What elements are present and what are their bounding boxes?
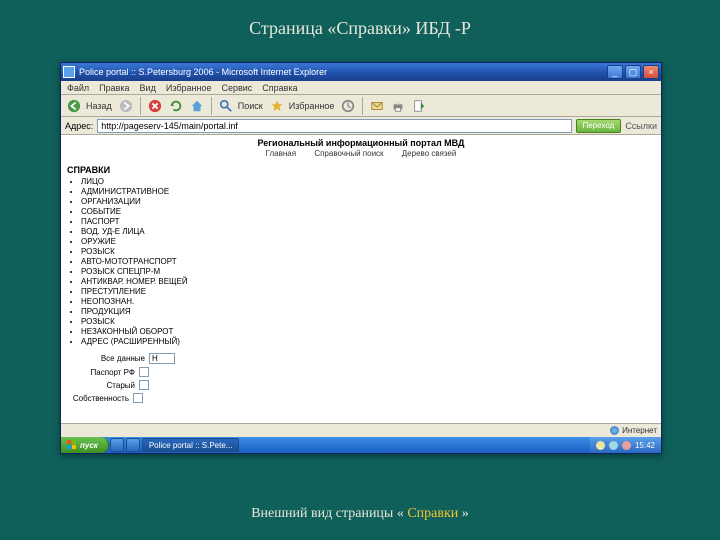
portal-tabs: Главная Справочный поиск Дерево связей [61,149,661,161]
list-item[interactable]: АНТИКВАР. НОМЕР. ВЕЩЕЙ [81,277,661,287]
maximize-button[interactable]: ▢ [625,65,641,79]
address-input[interactable]: http://pageserv-145/main/portal.inf [97,119,571,133]
list-item[interactable]: ПРОДУКЦИЯ [81,307,661,317]
search-button[interactable] [217,97,235,115]
field-own-label: Собственность [67,394,129,403]
search-label: Поиск [238,101,263,111]
list-item[interactable]: АДРЕС (РАСШИРЕННЫЙ) [81,337,661,347]
field-own-checkbox[interactable] [133,393,143,403]
edit-button[interactable] [410,97,428,115]
list-item[interactable]: ПАСПОРТ [81,217,661,227]
menu-edit[interactable]: Правка [99,83,129,93]
list-item[interactable]: АВТО-МОТОТРАНСПОРТ [81,257,661,267]
ie-window: Police portal :: S.Petersburg 2006 - Mic… [60,62,662,454]
clock: 15:42 [635,441,655,450]
slide-caption: Внешний вид страницы « Справки » [0,506,720,522]
form-area: Все данные Паспорт РФ Старый Собственнос… [61,347,661,403]
security-zone: Интернет [610,426,657,435]
minimize-button[interactable]: _ [607,65,623,79]
tab-main[interactable]: Главная [266,149,296,158]
history-button[interactable] [339,97,357,115]
address-value: http://pageserv-145/main/portal.inf [101,121,238,131]
toolbar: Назад Поиск Избранное [61,95,661,117]
tray-icon[interactable] [609,441,618,450]
address-bar: Адрес: http://pageserv-145/main/portal.i… [61,117,661,135]
page-content: Региональный информационный портал МВД Г… [61,135,661,423]
favorites-label: Избранное [289,101,335,111]
print-button[interactable] [389,97,407,115]
menubar: Файл Правка Вид Избранное Сервис Справка [61,81,661,95]
list-item[interactable]: ЛИЦО [81,177,661,187]
list-item[interactable]: НЕОПОЗНАН. [81,297,661,307]
list-item[interactable]: ПРЕСТУПЛЕНИЕ [81,287,661,297]
menu-favorites[interactable]: Избранное [166,83,212,93]
menu-help[interactable]: Справка [262,83,297,93]
refresh-button[interactable] [167,97,185,115]
titlebar[interactable]: Police portal :: S.Petersburg 2006 - Mic… [61,63,661,81]
menu-view[interactable]: Вид [140,83,156,93]
address-label: Адрес: [65,121,93,131]
list-item[interactable]: РОЗЫСК [81,247,661,257]
taskbar: пуск Police portal :: S.Pete... 15:42 [61,437,661,453]
mail-button[interactable] [368,97,386,115]
list-item[interactable]: РОЗЫСК СПЕЦПР-М [81,267,661,277]
go-button[interactable]: Переход [576,119,622,133]
tray-icon[interactable] [622,441,631,450]
list-item[interactable]: НЕЗАКОННЫЙ ОБОРОТ [81,327,661,337]
tray-icon[interactable] [596,441,605,450]
caption-em: Справки [407,506,458,521]
list-item[interactable]: ОРУЖИЕ [81,237,661,247]
field-passport-checkbox[interactable] [139,367,149,377]
task-item[interactable] [126,438,140,452]
window-title: Police portal :: S.Petersburg 2006 - Mic… [79,67,607,77]
tab-search[interactable]: Справочный поиск [314,149,383,158]
zone-label: Интернет [622,426,657,435]
links-label[interactable]: Ссылки [625,121,657,131]
statusbar: Интернет [61,423,661,437]
tab-tree[interactable]: Дерево связей [402,149,457,158]
ie-icon [63,66,75,78]
task-item-active[interactable]: Police portal :: S.Pete... [142,438,240,452]
system-tray[interactable]: 15:42 [590,437,661,453]
list-item[interactable]: ОРГАНИЗАЦИИ [81,197,661,207]
slide-title: Страница «Справки» ИБД -Р [0,18,720,39]
start-button[interactable]: пуск [61,437,109,453]
home-button[interactable] [188,97,206,115]
back-label: Назад [86,101,112,111]
task-item[interactable] [110,438,124,452]
list-item[interactable]: СОБЫТИЕ [81,207,661,217]
back-button[interactable] [65,97,83,115]
caption-pre: Внешний вид страницы « [251,506,407,521]
caption-post: » [458,506,469,521]
menu-file[interactable]: Файл [67,83,89,93]
reference-list: ЛИЦО АДМИНИСТРАТИВНОЕ ОРГАНИЗАЦИИ СОБЫТИ… [61,177,661,347]
field-all-label: Все данные [67,354,145,363]
start-label: пуск [80,441,98,450]
close-button[interactable]: × [643,65,659,79]
list-item[interactable]: РОЗЫСК [81,317,661,327]
menu-tools[interactable]: Сервис [221,83,252,93]
list-item[interactable]: АДМИНИСТРАТИВНОЕ [81,187,661,197]
stop-button[interactable] [146,97,164,115]
field-old-label: Старый [67,381,135,390]
globe-icon [610,426,619,435]
favorites-button[interactable] [268,97,286,115]
list-item[interactable]: ВОД. УД-Е ЛИЦА [81,227,661,237]
forward-button[interactable] [117,97,135,115]
field-passport-label: Паспорт РФ [67,368,135,377]
field-old-checkbox[interactable] [139,380,149,390]
portal-header: Региональный информационный портал МВД [61,135,661,149]
section-title: СПРАВКИ [61,161,661,177]
field-all-input[interactable] [149,353,175,364]
